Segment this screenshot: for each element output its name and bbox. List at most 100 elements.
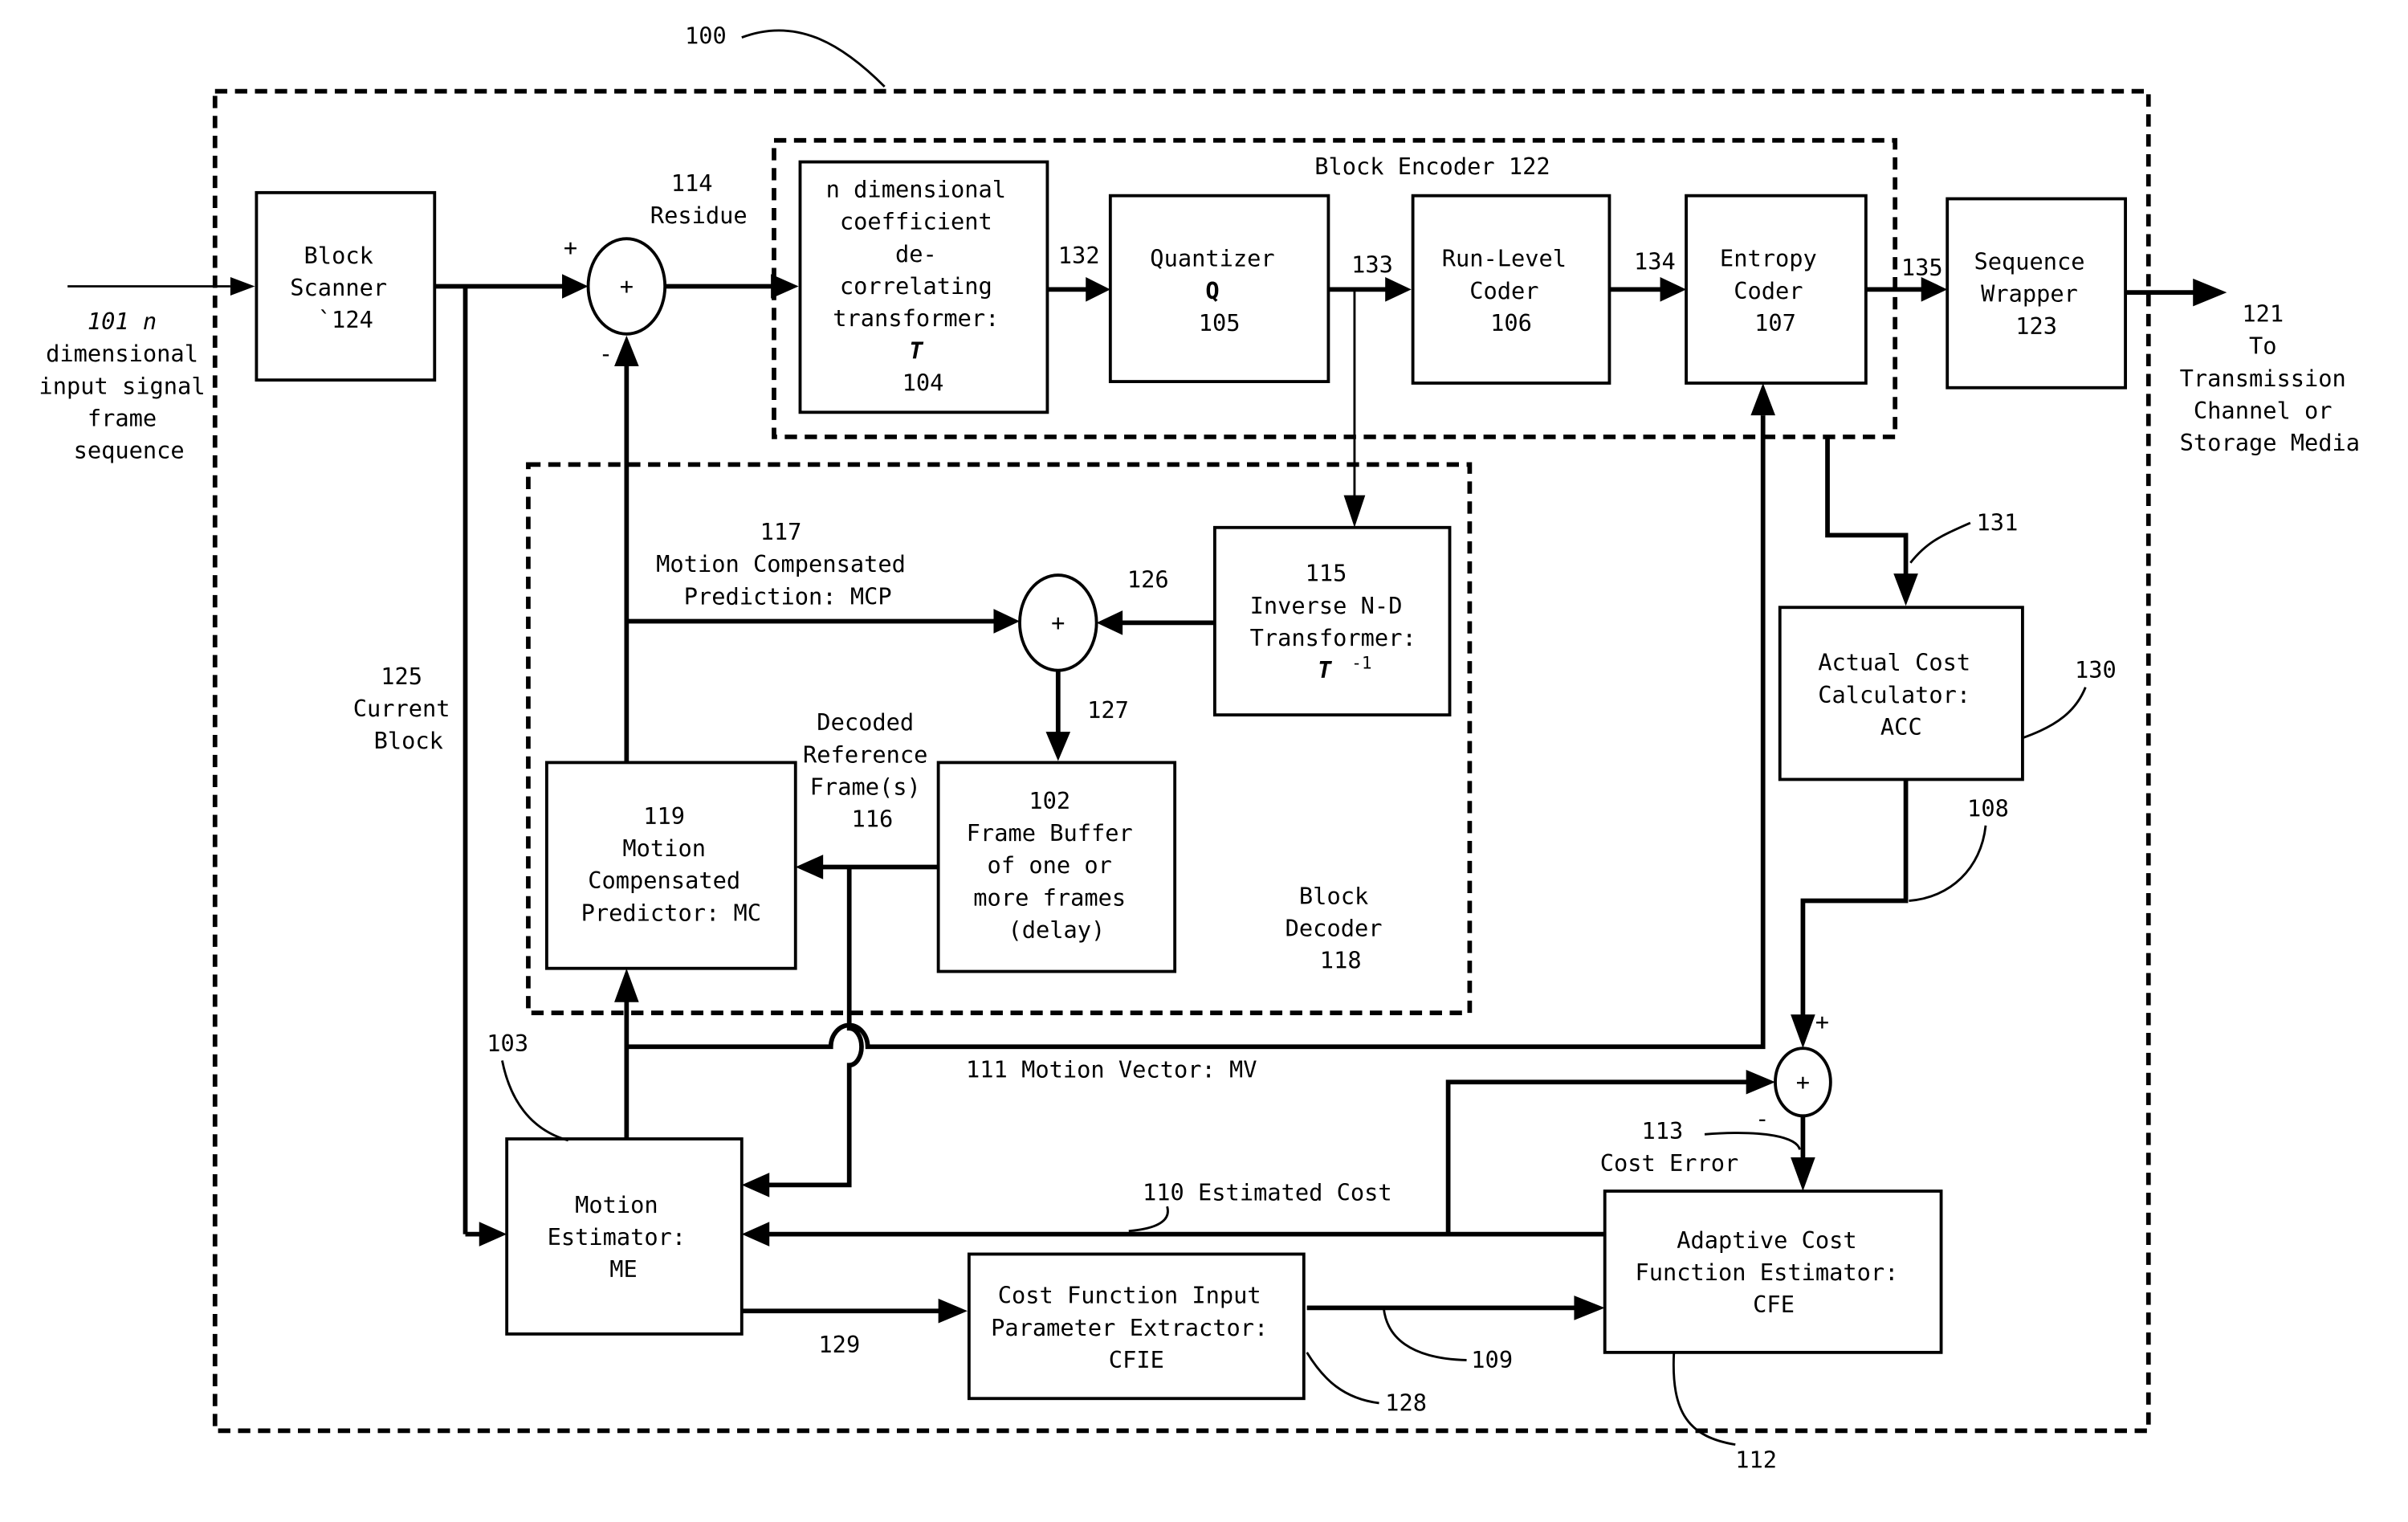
leader-130 [2022,687,2087,740]
output-line-4: Channel or [2194,397,2333,424]
label-134: 134 [1634,247,1676,275]
transformer-line-5: transformer: [833,304,999,332]
cost-error-text: Cost Error [1600,1149,1739,1177]
cfie-block: Cost Function Input Parameter Extractor:… [967,1252,1306,1401]
decoded-ref-label: Decoded Reference Frame(s) 116 [803,708,942,832]
output-line-5: Storage Media [2180,429,2360,456]
input-line-2: dimensional [46,340,198,367]
residue-num: 114 [671,169,713,197]
me-line-1: Motion [575,1191,658,1218]
label-109: 109 [1471,1346,1513,1373]
wire-108 [1800,779,1909,1018]
input-line-5: sequence [74,437,185,464]
decoder-line-3: 118 [1320,947,1362,974]
cfe-line-3: CFE [1753,1291,1795,1318]
decoded-ref-line-3: Frame(s) [810,773,921,801]
input-arrow [230,277,255,296]
mcp-num: 117 [760,518,802,545]
cfe-block: Adaptive Cost Function Estimator: CFE [1603,1189,1943,1354]
quantizer-ref: 105 [1199,309,1241,337]
mc-line-3: Predictor: MC [581,899,761,926]
leader-113 [1704,1132,1801,1150]
arrow-cost-error [1791,1157,1815,1192]
transformer-symbol: T [909,337,924,364]
input-line-4: frame [88,405,157,432]
label-129: 129 [818,1331,860,1358]
arrow-109 [1574,1296,1605,1320]
transformer-line-4: correlating [840,272,992,300]
input-line-1: 101 n [88,308,157,335]
arrow-129 [938,1298,968,1324]
leader-110 [1128,1206,1169,1233]
leader-131 [1909,521,1971,564]
encoder-block-diagram: 100 Block Encoder 122 Block Decoder 118 … [39,22,2360,1473]
label-130: 130 [2075,656,2117,683]
acc-block: Actual Cost Calculator: ACC [1778,606,2024,781]
arrow-mcp [993,609,1020,634]
run-level-line-1: Run-Level [1442,245,1567,272]
label-131: 131 [1977,509,2019,537]
run-level-ref: 106 [1490,309,1532,337]
block-scanner-line-2: Scanner [290,274,387,301]
label-126: 126 [1127,565,1169,593]
cost-error-label: 113 Cost Error [1600,1117,1739,1177]
label-128: 128 [1385,1389,1427,1417]
input-line-3: input signal [39,372,205,399]
arrow-134 [1660,277,1687,302]
leader-128 [1306,1352,1379,1405]
arrow-126 [1096,610,1123,635]
mc-predictor-block: 119 Motion Compensated Predictor: MC [544,761,797,970]
block-scanner: Block Scanner `124 [255,190,437,382]
decoded-ref-line-4: 116 [851,806,893,833]
decoder-line-1: Block [1299,882,1368,909]
wrapper-line-2: Wrapper [1981,280,2078,308]
cfe-line-2: Function Estimator: [1635,1259,1898,1286]
me-line-2: Estimator: [548,1223,687,1251]
arrow-mc-to-summer [614,335,639,366]
summer1-plus: + [564,234,577,261]
block-scanner-line-3: `124 [318,306,373,333]
summer2-symbol: + [1051,609,1065,636]
inverse-line-1: Inverse N-D [1250,592,1403,619]
leader-103 [501,1060,569,1142]
mcp-line-2: Prediction: MCP [684,582,892,610]
arrow-131 [1893,573,1918,606]
label-132: 132 [1058,242,1100,269]
arrow-current-block [479,1222,507,1247]
cfie-line-3: CFIE [1109,1346,1164,1373]
quantizer-block: Quantizer Q 105 [1108,194,1330,383]
transformer-line-2: coefficient [840,208,992,235]
quantizer-symbol: Q [1205,277,1219,304]
mcp-label: 117 Motion Compensated Prediction: MCP [656,518,919,610]
wrapper-line-1: Sequence [1974,247,2084,275]
current-block-num: 125 [381,663,422,690]
entropy-ref: 107 [1754,309,1796,337]
summer1-symbol: + [620,272,634,300]
label-112: 112 [1735,1446,1777,1473]
arrow-decoded-ref [795,855,824,879]
arrow-me-to-mc [614,968,639,1002]
decoder-line-2: Decoder [1285,915,1383,942]
entropy-coder-block: Entropy Coder 107 [1685,194,1868,385]
block-decoder-label: Block Decoder 118 [1285,882,1396,973]
acc-line-3: ACC [1880,713,1922,741]
mc-ref: 119 [643,802,685,830]
transformer-line-1: n dimensional [826,176,1006,203]
input-label: 101 n dimensional input signal frame seq… [39,308,218,464]
leader-109 [1382,1308,1467,1361]
output-line-2: To [2249,333,2277,360]
label-135: 135 [1901,254,1943,281]
cost-error-num: 113 [1641,1117,1683,1145]
output-line-1: 121 [2242,300,2284,327]
summer1-minus: - [599,340,613,367]
summer3-symbol: + [1796,1068,1810,1096]
residue-text: Residue [650,202,748,229]
quantizer-line-1: Quantizer [1150,245,1274,272]
label-103: 103 [487,1030,528,1057]
arrow-estimated-cost [741,1222,770,1247]
system-ref-leader [741,29,886,88]
output-line-3: Transmission [2180,365,2346,392]
leader-108 [1909,825,1987,902]
summer3-minus: - [1755,1105,1769,1132]
me-line-3: ME [609,1255,638,1283]
